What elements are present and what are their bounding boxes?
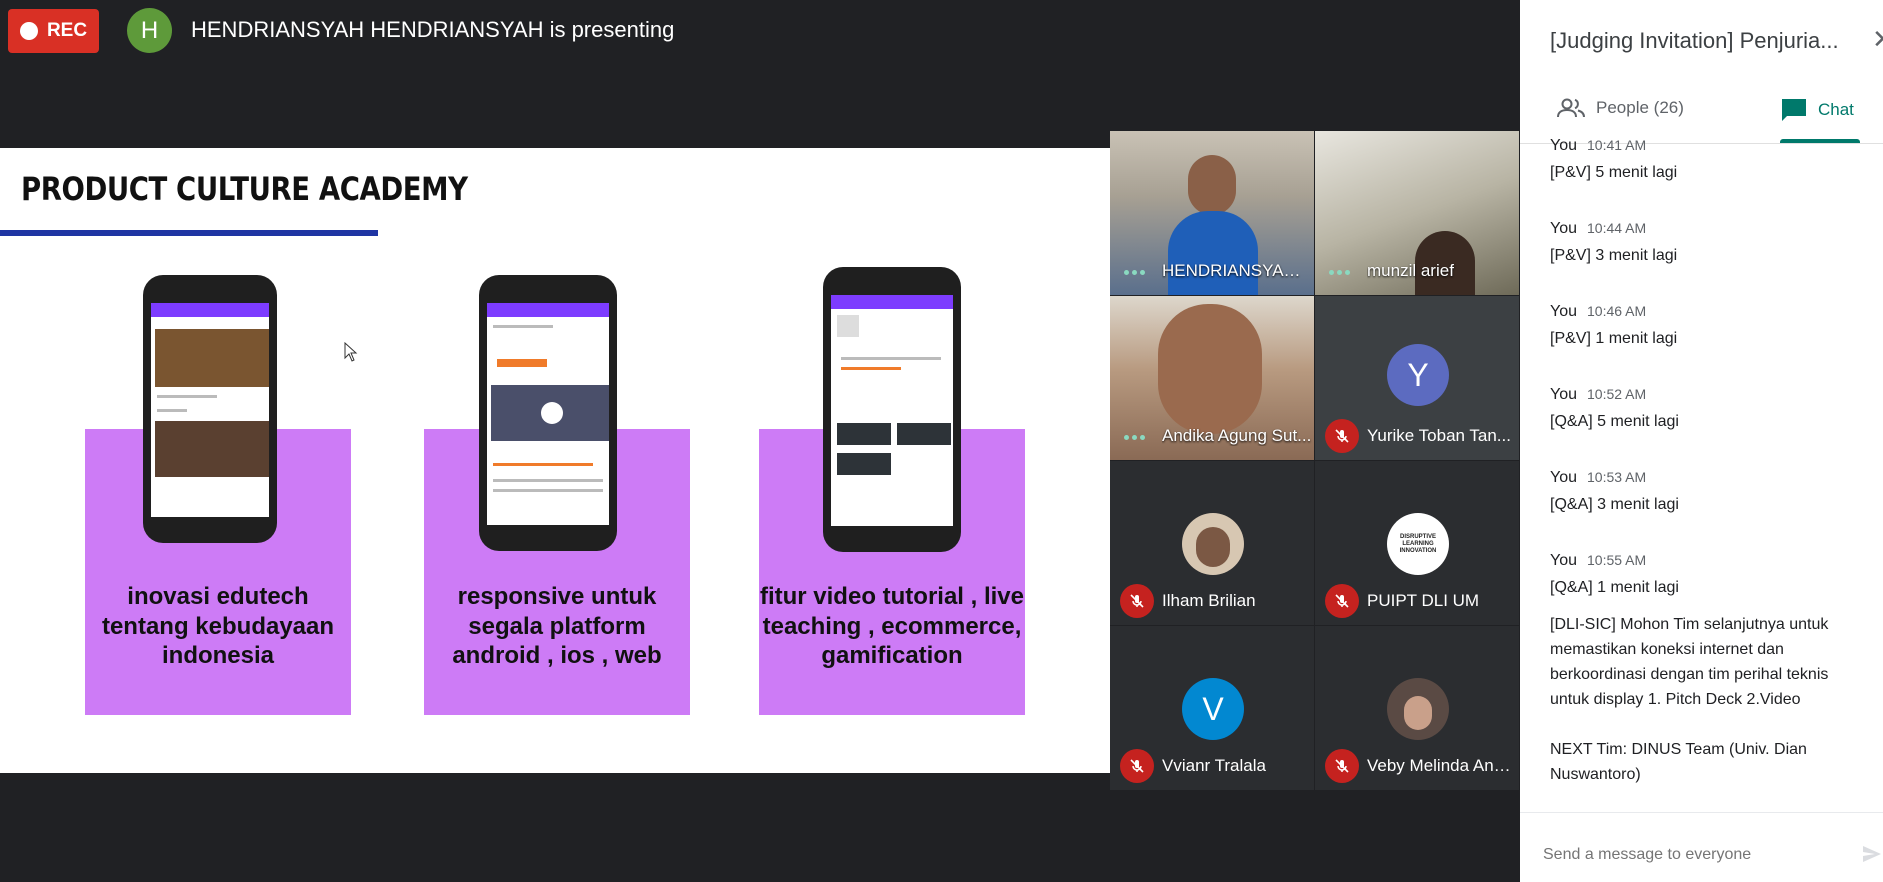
participant-name: Vvianr Tralala [1162, 756, 1266, 775]
message-text: [Q&A] 1 menit lagi [1550, 579, 1679, 596]
message-time: 10:52 AM [1587, 386, 1647, 402]
participant-tile[interactable]: V Vvianr Tralala [1110, 626, 1314, 790]
speaking-indicator-icon [1124, 270, 1145, 275]
participant-avatar [1387, 678, 1449, 740]
mic-off-icon [1120, 584, 1154, 618]
cursor-icon [344, 342, 358, 362]
chat-message: You 10:41 AM [P&V] 5 menit lagi [1550, 137, 1870, 185]
record-dot-icon [19, 22, 38, 40]
participant-tile[interactable]: Veby Melinda Ann... [1315, 626, 1519, 790]
feature-card-text: fitur video tutorial , live teaching , e… [759, 583, 1025, 669]
phone-screen [151, 303, 269, 517]
phone-screen [831, 295, 953, 526]
meeting-stage: REC H HENDRIANSYAH HENDRIANSYAH is prese… [0, 0, 1520, 882]
presenter-status: HENDRIANSYAH HENDRIANSYAH is presenting [191, 17, 675, 42]
message-text: [P&V] 1 menit lagi [1550, 330, 1678, 347]
recording-badge[interactable]: REC [8, 9, 99, 53]
message-sender: You [1550, 220, 1577, 237]
chat-message: You 10:55 AM [Q&A] 1 menit lagi [DLI-SIC]… [1550, 552, 1870, 787]
avatar-initial: Y [1407, 356, 1429, 393]
recording-label: REC [46, 20, 88, 41]
avatar-initial: V [1202, 690, 1224, 727]
message-time: 10:46 AM [1587, 303, 1647, 319]
mic-off-icon [1325, 584, 1359, 618]
message-time: 10:41 AM [1587, 137, 1647, 153]
mic-off-icon [1325, 419, 1359, 453]
message-sender: You [1550, 137, 1577, 154]
mic-off-icon [1120, 749, 1154, 783]
participant-avatar: V [1182, 678, 1244, 740]
message-text: NEXT Tim: DINUS Team (Univ. Dian Nuswant… [1550, 741, 1807, 783]
send-icon[interactable] [1860, 842, 1883, 866]
participant-avatar [1182, 513, 1244, 575]
people-icon [1557, 98, 1585, 118]
phone-mockup-3 [823, 267, 961, 552]
tab-chat-label: Chat [1818, 100, 1854, 119]
tab-chat[interactable]: Chat [1780, 97, 1854, 123]
presentation-slide: PRODUCT CULTURE ACADEMY inovasi edutech … [0, 148, 1110, 773]
participant-tile[interactable]: DISRUPTIVE LEARNING INNOVATION PUIPT DLI… [1315, 461, 1519, 625]
message-text: [Q&A] 3 menit lagi [1550, 496, 1679, 513]
phone-mockup-1 [143, 275, 277, 543]
message-sender: You [1550, 303, 1577, 320]
chat-message: You 10:46 AM [P&V] 1 menit lagi [1550, 303, 1870, 351]
chat-message: You 10:44 AM [P&V] 3 menit lagi [1550, 220, 1870, 268]
message-time: 10:53 AM [1587, 469, 1647, 485]
chat-messages[interactable]: You 10:41 AM [P&V] 5 menit lagi You 10:44 … [1550, 137, 1870, 804]
participant-name: Andika Agung Sut... [1162, 426, 1312, 445]
close-icon[interactable]: ✕ [1872, 24, 1883, 55]
slide-title: PRODUCT CULTURE ACADEMY [21, 170, 468, 208]
slide-title-underline [0, 230, 378, 236]
compose-divider [1520, 812, 1883, 813]
presenter-avatar: H [127, 8, 172, 53]
speaking-indicator-icon [1124, 435, 1145, 440]
chat-message: You 10:53 AM [Q&A] 3 menit lagi [1550, 469, 1870, 517]
participant-logo: DISRUPTIVE LEARNING INNOVATION [1387, 513, 1449, 575]
message-sender: You [1550, 552, 1577, 569]
participant-name: Veby Melinda Ann... [1367, 756, 1517, 775]
chat-message-input[interactable] [1543, 846, 1833, 864]
feature-card-text: inovasi edutech tentang kebudayaan indon… [101, 583, 335, 669]
side-panel: [Judging Invitation] Penjuria... ✕ Peopl… [1520, 0, 1883, 882]
speaking-indicator-icon [1329, 270, 1350, 275]
phone-mockup-2 [479, 275, 617, 551]
message-text: [Q&A] 5 menit lagi [1550, 413, 1679, 430]
meeting-title: [Judging Invitation] Penjuria... [1550, 28, 1839, 53]
message-sender: You [1550, 386, 1577, 403]
message-sender: You [1550, 469, 1577, 486]
message-time: 10:55 AM [1587, 552, 1647, 568]
message-text: [DLI-SIC] Mohon Tim selanjutnya untuk me… [1550, 616, 1829, 708]
participant-tile[interactable]: Andika Agung Sut... [1110, 296, 1314, 460]
participant-name: Yurike Toban Tan... [1367, 426, 1511, 445]
participant-name: Ilham Brilian [1162, 591, 1256, 610]
chat-icon [1782, 99, 1806, 121]
participant-name: PUIPT DLI UM [1367, 591, 1480, 610]
participant-tile[interactable]: munzil arief [1315, 131, 1519, 295]
chat-message: You 10:52 AM [Q&A] 5 menit lagi [1550, 386, 1870, 434]
participant-avatar: Y [1387, 344, 1449, 406]
message-time: 10:44 AM [1587, 220, 1647, 236]
participant-tile[interactable]: Y Yurike Toban Tan... [1315, 296, 1519, 460]
participant-name: HENDRIANSYAH ... [1162, 261, 1312, 280]
message-text: [P&V] 3 menit lagi [1550, 247, 1678, 264]
tab-people[interactable]: People (26) [1556, 97, 1684, 119]
message-text: [P&V] 5 menit lagi [1550, 164, 1678, 181]
phone-screen [487, 303, 609, 525]
participant-tile[interactable]: HENDRIANSYAH ... [1110, 131, 1314, 295]
play-icon [541, 402, 563, 424]
mic-off-icon [1325, 749, 1359, 783]
feature-card-text: responsive untuk segala platform android… [452, 583, 662, 669]
participant-name: munzil arief [1367, 261, 1454, 280]
tab-people-label: People (26) [1596, 98, 1684, 117]
logo-text: DISRUPTIVE LEARNING INNOVATION [1399, 533, 1437, 554]
participant-tile[interactable]: Ilham Brilian [1110, 461, 1314, 625]
